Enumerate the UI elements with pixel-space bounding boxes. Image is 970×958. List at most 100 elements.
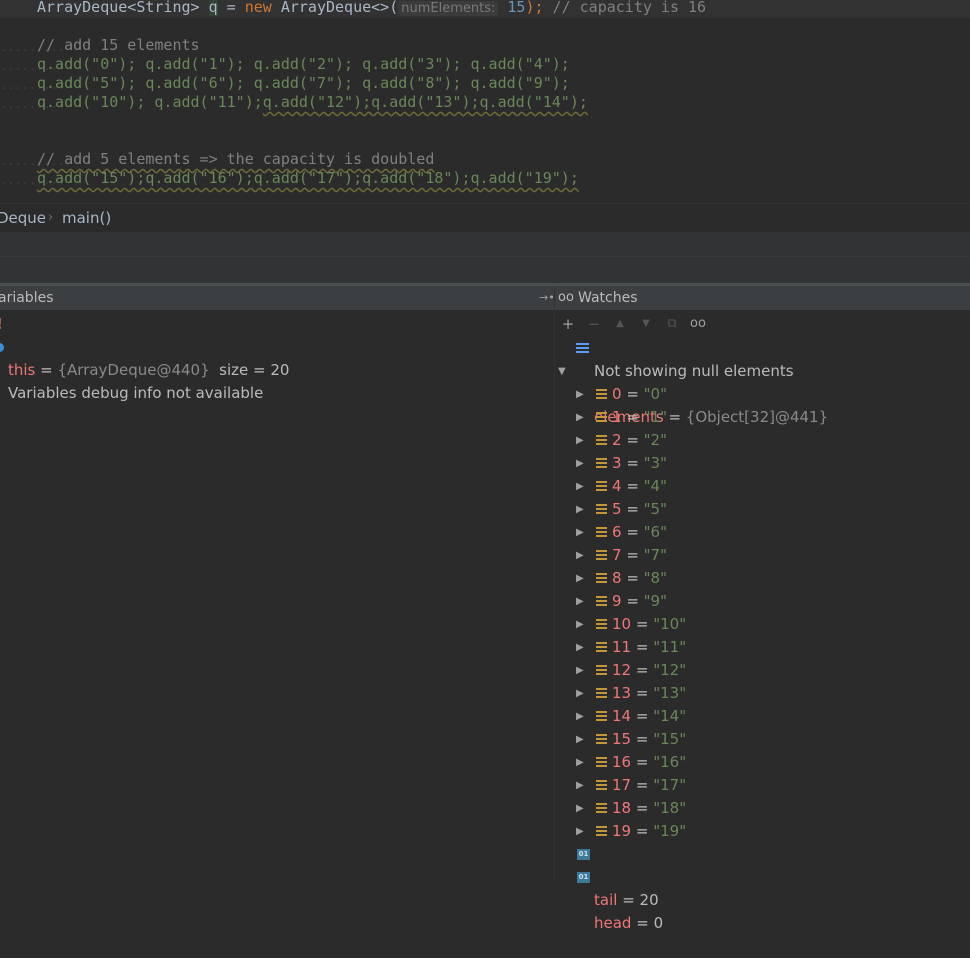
indent-guide: ......... bbox=[0, 97, 66, 111]
collapsed-arrow-icon[interactable]: ▶ bbox=[576, 590, 584, 613]
variables-info-row: Variables debug info not available bbox=[0, 336, 263, 402]
collapsed-arrow-icon[interactable]: ▶ bbox=[576, 383, 584, 406]
watch-item-text: 17 = "17" bbox=[612, 774, 686, 797]
watch-item-row[interactable]: ▶ 13 = "13" bbox=[555, 682, 970, 705]
collapsed-arrow-icon[interactable]: ▶ bbox=[576, 613, 584, 636]
expanded-arrow-icon[interactable]: ▼ bbox=[558, 360, 566, 383]
code-editor[interactable]: ArrayDeque<String> q = new ArrayDeque<>(… bbox=[0, 0, 970, 203]
watch-item-row[interactable]: ▶ 12 = "12" bbox=[555, 659, 970, 682]
watch-item-row[interactable]: ▶ 11 = "11" bbox=[555, 636, 970, 659]
watch-item-row[interactable]: ▶ 14 = "14" bbox=[555, 705, 970, 728]
collapsed-arrow-icon[interactable]: ▶ bbox=[576, 774, 584, 797]
add-watch-icon[interactable]: + bbox=[559, 314, 577, 334]
equals-sign: = bbox=[631, 684, 654, 702]
breadcrumb-method[interactable]: main() bbox=[62, 204, 111, 232]
collapsed-arrow-icon[interactable]: ▶ bbox=[576, 797, 584, 820]
watch-item-value: "10" bbox=[653, 615, 687, 633]
watch-item-row[interactable]: ▶ 6 = "6" bbox=[555, 521, 970, 544]
watch-item-value: "7" bbox=[643, 546, 667, 564]
watch-item-index: 7 bbox=[612, 546, 622, 564]
watch-item-row[interactable]: ▶ 1 = "1" bbox=[555, 406, 970, 429]
watch-name: tail bbox=[594, 891, 618, 909]
equals-sign: = bbox=[621, 592, 644, 610]
watch-item-index: 12 bbox=[612, 661, 632, 679]
watch-item-row[interactable]: ▶ 7 = "7" bbox=[555, 544, 970, 567]
collapsed-arrow-icon[interactable]: ▶ bbox=[576, 544, 584, 567]
watch-root-elements[interactable]: ▼ elements = {Object[32]@441} bbox=[555, 337, 970, 426]
watch-item-row[interactable]: ▶ 0 = "0" bbox=[555, 383, 970, 406]
field-icon bbox=[596, 665, 607, 676]
collapsed-arrow-icon[interactable]: ▶ bbox=[576, 429, 584, 452]
field-icon bbox=[596, 780, 607, 791]
watch-row-tail[interactable]: 01 tail = 20 bbox=[555, 843, 970, 909]
move-down-icon[interactable]: ▼ bbox=[637, 314, 655, 334]
collapsed-arrow-icon[interactable]: ▶ bbox=[576, 728, 584, 751]
field-icon bbox=[596, 734, 607, 745]
field-icon bbox=[596, 803, 607, 814]
breadcrumb-class[interactable]: Deque bbox=[0, 204, 46, 232]
collapsed-arrow-icon[interactable]: ▶ bbox=[576, 705, 584, 728]
field-icon bbox=[596, 481, 607, 492]
watch-item-text: 19 = "19" bbox=[612, 820, 686, 843]
collapsed-arrow-icon[interactable]: ▶ bbox=[576, 636, 584, 659]
watch-item-index: 15 bbox=[612, 730, 632, 748]
collapsed-arrow-icon[interactable]: ▶ bbox=[576, 682, 584, 705]
code-line-1: ArrayDeque<String> q = new ArrayDeque<>(… bbox=[37, 0, 706, 17]
watch-item-value: "18" bbox=[653, 799, 687, 817]
array-icon bbox=[576, 342, 589, 355]
indent-guide: ......... bbox=[0, 40, 66, 54]
watch-item-row[interactable]: ▶ 5 = "5" bbox=[555, 498, 970, 521]
head-text: head = 0 bbox=[594, 912, 663, 935]
collapsed-arrow-icon[interactable]: ▶ bbox=[576, 659, 584, 682]
watch-item-text: 10 = "10" bbox=[612, 613, 686, 636]
watch-item-index: 5 bbox=[612, 500, 622, 518]
watch-item-row[interactable]: ▶ 4 = "4" bbox=[555, 475, 970, 498]
watch-item-value: "8" bbox=[643, 569, 667, 587]
code-segment-warning: q.add("12");q.add("13");q.add("14"); bbox=[262, 93, 588, 111]
variable-row-this[interactable]: ! this = {ArrayDeque@440} size = 20 bbox=[0, 313, 289, 379]
show-watches-icon[interactable]: oo bbox=[689, 314, 707, 334]
remove-watch-icon[interactable]: − bbox=[585, 314, 603, 334]
field-icon bbox=[596, 642, 607, 653]
debugger-toolbar-strip bbox=[0, 257, 970, 283]
watch-item-value: "17" bbox=[653, 776, 687, 794]
collapsed-arrow-icon[interactable]: ▶ bbox=[576, 406, 584, 429]
collapsed-arrow-icon[interactable]: ▶ bbox=[576, 498, 584, 521]
watch-item-row[interactable]: ▶ 18 = "18" bbox=[555, 797, 970, 820]
equals-sign: = bbox=[621, 454, 644, 472]
watch-item-text: 7 = "7" bbox=[612, 544, 667, 567]
collapsed-arrow-icon[interactable]: ▶ bbox=[576, 820, 584, 843]
watch-item-row[interactable]: ▶ 15 = "15" bbox=[555, 728, 970, 751]
watch-item-index: 8 bbox=[612, 569, 622, 587]
watch-item-value: "1" bbox=[643, 408, 667, 426]
collapsed-arrow-icon[interactable]: ▶ bbox=[576, 751, 584, 774]
chevron-right-icon: › bbox=[48, 210, 54, 225]
code-operator: = bbox=[217, 0, 245, 16]
code-segment: q.add("10"); q.add("11"); bbox=[37, 93, 263, 111]
this-marker-icon: ! bbox=[0, 313, 3, 336]
watch-item-value: "11" bbox=[653, 638, 687, 656]
watches-panel: + − ▲ ▼ ⧉ oo ▼ elements = {Object[32]@44… bbox=[555, 311, 970, 932]
duplicate-watch-icon[interactable]: ⧉ bbox=[663, 314, 681, 334]
collapsed-arrow-icon[interactable]: ▶ bbox=[576, 475, 584, 498]
watch-item-text: 12 = "12" bbox=[612, 659, 686, 682]
watch-item-index: 0 bbox=[612, 385, 622, 403]
watch-item-row[interactable]: ▶ 19 = "19" bbox=[555, 820, 970, 843]
collapsed-arrow-icon[interactable]: ▶ bbox=[576, 521, 584, 544]
watch-item-row[interactable]: ▶ 17 = "17" bbox=[555, 774, 970, 797]
code-constructor: ArrayDeque<>( bbox=[271, 0, 399, 16]
collapsed-arrow-icon[interactable]: ▶ bbox=[576, 452, 584, 475]
watch-item-row[interactable]: ▶ 10 = "10" bbox=[555, 613, 970, 636]
watch-item-row[interactable]: ▶ 2 = "2" bbox=[555, 429, 970, 452]
watch-item-row[interactable]: ▶ 9 = "9" bbox=[555, 590, 970, 613]
watch-item-row[interactable]: ▶ 16 = "16" bbox=[555, 751, 970, 774]
restore-layout-icon[interactable]: →• bbox=[539, 286, 555, 310]
collapsed-arrow-icon[interactable]: ▶ bbox=[576, 567, 584, 590]
move-up-icon[interactable]: ▲ bbox=[611, 314, 629, 334]
watch-item-row[interactable]: ▶ 3 = "3" bbox=[555, 452, 970, 475]
indent-guide: ......... bbox=[0, 173, 66, 187]
watch-row-head[interactable]: 01 head = 0 bbox=[555, 866, 970, 932]
watch-item-index: 13 bbox=[612, 684, 632, 702]
equals-sign: = bbox=[621, 408, 644, 426]
watch-item-row[interactable]: ▶ 8 = "8" bbox=[555, 567, 970, 590]
